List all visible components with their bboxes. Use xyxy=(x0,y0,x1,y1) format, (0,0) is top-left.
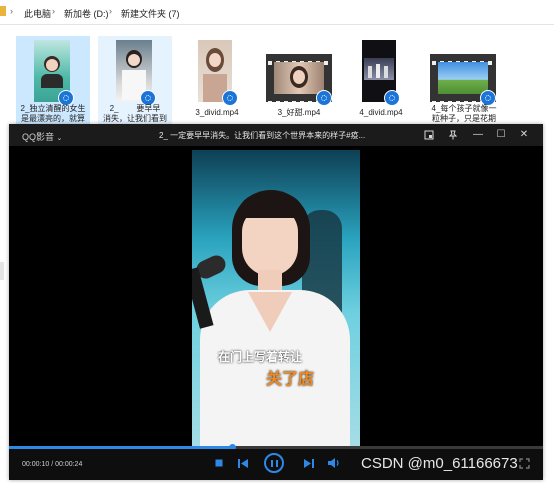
breadcrumb-item-drive[interactable]: 新加卷 (D:) xyxy=(64,7,109,20)
close-button[interactable]: ✕ xyxy=(516,127,532,143)
minimize-button[interactable]: — xyxy=(470,127,486,143)
chevron-right-icon: › xyxy=(52,6,55,16)
file-name: 4_divid.mp4 xyxy=(359,108,403,117)
file-name: 4_每个孩子就像一 粒种子，只是花期 xyxy=(431,104,497,123)
video-badge-icon xyxy=(316,90,332,106)
screenshot-icon[interactable] xyxy=(421,127,437,143)
scroll-handle[interactable] xyxy=(0,262,4,280)
video-stage[interactable]: 在门上写着转让 关了店 xyxy=(9,146,543,446)
file-item[interactable]: 2_独立清醒的女生 是最漂亮的，就算 xyxy=(16,36,90,124)
file-name: 2_ 要早早 消失，让我们看到 xyxy=(103,104,167,123)
player-brand[interactable]: QQ影音 ⌄ xyxy=(22,130,62,143)
player-title-bar[interactable]: QQ影音 ⌄ 2_ 一定要早早消失。让我们看到这个世界本来的样子#疫... — … xyxy=(9,124,543,146)
watermark: CSDN @m0_61166673 xyxy=(361,455,518,472)
chevron-down-icon: ⌄ xyxy=(56,135,63,142)
video-player-window: QQ影音 ⌄ 2_ 一定要早早消失。让我们看到这个世界本来的样子#疫... — … xyxy=(9,124,543,480)
time-display: 00:00:10 / 00:00:24 xyxy=(22,461,83,468)
pause-button[interactable] xyxy=(264,453,284,473)
file-name: 3_divid.mp4 xyxy=(195,108,239,117)
video-title: 2_ 一定要早早消失。让我们看到这个世界本来的样子#疫... xyxy=(159,131,366,140)
video-badge-icon xyxy=(384,90,400,106)
chevron-right-icon: › xyxy=(10,6,13,16)
prev-icon[interactable] xyxy=(237,459,249,469)
chevron-right-icon: › xyxy=(109,6,112,16)
video-frame: 在门上写着转让 关了店 xyxy=(192,150,360,446)
breadcrumb: › 此电脑 › 新加卷 (D:) › 新建文件夹 (7) xyxy=(0,0,554,25)
file-item[interactable]: 3_好甜.mp4 xyxy=(262,36,336,124)
volume-icon[interactable] xyxy=(327,458,341,470)
next-icon[interactable] xyxy=(303,459,315,469)
file-item[interactable]: 2_ 要早早 消失，让我们看到 xyxy=(98,36,172,124)
file-name: 3_好甜.mp4 xyxy=(277,108,321,117)
folder-icon xyxy=(0,6,6,16)
maximize-button[interactable]: ☐ xyxy=(493,127,509,143)
file-item[interactable]: 3_divid.mp4 xyxy=(180,36,254,124)
file-item[interactable]: 4_divid.mp4 xyxy=(344,36,418,124)
video-badge-icon xyxy=(222,90,238,106)
file-name: 2_独立清醒的女生 是最漂亮的，就算 xyxy=(20,104,86,123)
subtitle-line-1: 在门上写着转让 xyxy=(218,350,303,364)
pin-icon[interactable] xyxy=(445,127,461,143)
breadcrumb-item-this-pc[interactable]: 此电脑 xyxy=(24,7,51,20)
file-item[interactable]: 4_每个孩子就像一 粒种子，只是花期 xyxy=(424,36,504,124)
stop-icon[interactable] xyxy=(214,459,224,469)
breadcrumb-item-folder[interactable]: 新建文件夹 (7) xyxy=(121,7,180,20)
subtitle-line-2: 关了店 xyxy=(266,371,315,388)
fullscreen-icon[interactable] xyxy=(517,458,531,470)
